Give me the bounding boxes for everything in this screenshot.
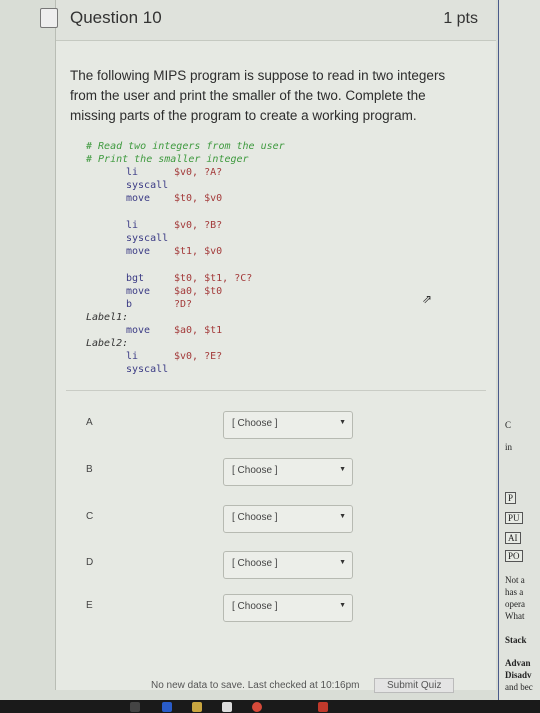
right-panel-text: C (505, 420, 512, 430)
dropdown-value: [ Choose ] (232, 558, 278, 569)
code-line: b ?D? (86, 298, 285, 311)
answer-dropdown[interactable]: [ Choose ] ▼ (223, 458, 353, 486)
code-comment: # Read two integers from the user (86, 141, 285, 152)
right-panel-text: Not a (505, 575, 525, 585)
divider (66, 390, 486, 391)
dropdown-value: [ Choose ] (232, 418, 278, 429)
answer-label: A (86, 417, 93, 428)
instruction: syscall (126, 364, 169, 375)
answer-label: E (86, 600, 93, 611)
chevron-down-icon: ▼ (339, 466, 346, 473)
instruction: move (126, 193, 151, 204)
right-panel-text: AI (505, 532, 521, 544)
dropdown-value: [ Choose ] (232, 465, 278, 476)
code-line: li $v0, ?E? (86, 350, 285, 363)
answer-row-d: D [ Choose ] ▼ (86, 551, 476, 581)
code-line: bgt $t0, $t1, ?C? (86, 272, 285, 285)
right-panel-text: in (505, 442, 513, 452)
right-panel-text: and bec (505, 682, 533, 692)
operands: $v0, ?B? (174, 220, 223, 231)
code-line: li $v0, ?A? (86, 166, 285, 179)
code-block: # Read two integers from the user # Prin… (86, 140, 285, 376)
right-panel-text: PU (505, 512, 523, 524)
instruction: li (126, 351, 139, 362)
right-panel-text: PO (505, 550, 523, 562)
answer-label: C (86, 511, 94, 522)
instruction: syscall (126, 180, 169, 191)
answer-label: D (86, 557, 94, 568)
code-line: move $a0, $t1 (86, 324, 285, 337)
task-view-icon[interactable] (130, 702, 140, 712)
save-status: No new data to save. Last checked at 10:… (151, 680, 360, 691)
instruction: li (126, 220, 139, 231)
submit-quiz-button[interactable]: Submit Quiz (374, 678, 455, 693)
chevron-down-icon: ▼ (339, 513, 346, 520)
chevron-down-icon: ▼ (339, 419, 346, 426)
question-prompt: The following MIPS program is suppose to… (70, 68, 446, 123)
chrome-icon[interactable] (252, 702, 262, 712)
instruction: move (126, 246, 151, 257)
right-panel-text: Advan (505, 658, 531, 668)
footer: No new data to save. Last checked at 10:… (56, 678, 496, 694)
dropdown-value: [ Choose ] (232, 601, 278, 612)
right-panel-text: opera (505, 599, 525, 609)
operands: $v0, ?E? (174, 351, 223, 362)
instruction: move (126, 325, 151, 336)
answer-row-b: B [ Choose ] ▼ (86, 458, 476, 488)
app-icon[interactable] (318, 702, 328, 712)
code-line: li $v0, ?B? (86, 219, 285, 232)
right-panel-text: P (505, 492, 517, 504)
code-label: Label2: (86, 338, 129, 349)
instruction: b (126, 299, 133, 310)
dropdown-value: [ Choose ] (232, 512, 278, 523)
operands: $t1, $v0 (174, 246, 223, 257)
code-line: move $t0, $v0 (86, 192, 285, 205)
operands: ?D? (174, 299, 193, 310)
answer-dropdown[interactable]: [ Choose ] ▼ (223, 505, 353, 533)
question-header: Question 10 1 pts (40, 0, 496, 41)
question-title: Question 10 (70, 8, 162, 27)
operands: $a0, $t1 (174, 325, 223, 336)
question-panel: Question 10 1 pts The following MIPS pro… (40, 0, 496, 693)
mouse-cursor-icon: ⇗ (422, 292, 433, 306)
taskbar (0, 700, 540, 713)
answer-row-e: E [ Choose ] ▼ (86, 594, 476, 624)
code-comment: # Print the smaller integer (86, 154, 249, 165)
operands: $t0, $v0 (174, 193, 223, 204)
edge-icon[interactable] (162, 702, 172, 712)
instruction: li (126, 167, 139, 178)
instruction: move (126, 286, 151, 297)
bookmark-icon[interactable] (40, 8, 58, 28)
code-line: move $t1, $v0 (86, 245, 285, 258)
right-panel-text: Disadv (505, 670, 532, 680)
answer-row-c: C [ Choose ] ▼ (86, 505, 476, 535)
right-panel-text: Stack (505, 635, 527, 645)
instruction: bgt (126, 273, 145, 284)
right-panel: Cin P PU AI PO Not a has a opera What Stack Advan D… (498, 0, 540, 713)
chevron-down-icon: ▼ (339, 559, 346, 566)
operands: $a0, $t0 (174, 286, 223, 297)
question-points: 1 pts (443, 10, 478, 27)
mail-icon[interactable] (222, 702, 232, 712)
code-line: syscall (86, 179, 285, 192)
answer-dropdown[interactable]: [ Choose ] ▼ (223, 551, 353, 579)
chevron-down-icon: ▼ (339, 602, 346, 609)
instruction: syscall (126, 233, 169, 244)
answer-row-a: A [ Choose ] ▼ (86, 411, 476, 441)
answer-dropdown[interactable]: [ Choose ] ▼ (223, 411, 353, 439)
operands: $t0, $t1, ?C? (174, 273, 253, 284)
code-line: syscall (86, 232, 285, 245)
answer-label: B (86, 464, 93, 475)
answer-dropdown[interactable]: [ Choose ] ▼ (223, 594, 353, 622)
right-panel-text: What (505, 611, 525, 621)
code-line: move $a0, $t0 (86, 285, 285, 298)
right-panel-text: has a (505, 587, 524, 597)
operands: $v0, ?A? (174, 167, 223, 178)
code-label: Label1: (86, 312, 129, 323)
store-icon[interactable] (192, 702, 202, 712)
code-line: syscall (86, 363, 285, 376)
